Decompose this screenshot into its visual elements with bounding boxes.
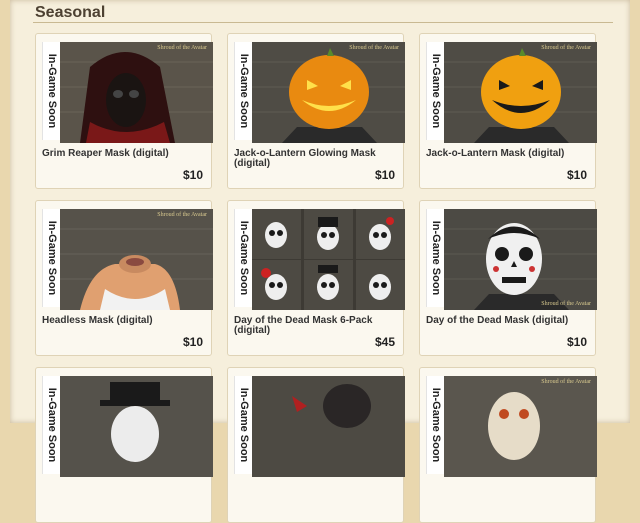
product-price: $10 [182,168,203,182]
in-game-soon-badge: In-Game Soon [42,376,60,474]
game-logo: Shroud of the Avatar [541,301,591,307]
in-game-soon-badge: In-Game Soon [426,376,444,474]
product-card-headless-mask[interactable]: In-Game Soon Shroud of the Avatar Headle… [35,200,213,356]
product-image[interactable]: Shroud of the Avatar [252,42,405,143]
game-logo: Shroud of the Avatar [157,212,207,218]
product-image[interactable]: Shroud of the Avatar [60,42,213,143]
product-card-day-of-the-dead-mask[interactable]: In-Game Soon Shroud of the Avatar Day of… [419,200,597,356]
in-game-soon-badge: In-Game Soon [42,42,60,140]
product-image[interactable]: Shroud of the Avatar [444,42,597,143]
in-game-soon-badge: In-Game Soon [426,209,444,307]
product-price: $10 [566,168,587,182]
in-game-soon-badge: In-Game Soon [234,209,252,307]
product-card-row3-1[interactable]: In-Game Soon [35,367,213,523]
product-card-jack-o-lantern-glowing-mask[interactable]: In-Game Soon Shroud of the Avatar Jack-o… [227,33,405,189]
in-game-soon-badge: In-Game Soon [426,42,444,140]
section-divider [33,22,613,23]
game-logo: Shroud of the Avatar [541,45,591,51]
product-image[interactable]: Shroud of the Avatar [444,209,597,310]
product-name[interactable]: Headless Mask (digital) [42,316,202,326]
in-game-soon-badge: In-Game Soon [234,376,252,474]
in-game-soon-badge: In-Game Soon [234,42,252,140]
in-game-soon-badge: In-Game Soon [42,209,60,307]
product-price: $10 [566,335,587,349]
product-image[interactable] [252,209,405,310]
product-price: $10 [374,168,395,182]
product-image[interactable] [60,376,213,477]
section-title: Seasonal [35,4,106,21]
product-card-row3-2[interactable]: In-Game Soon [227,367,405,523]
product-name[interactable]: Jack-o-Lantern Glowing Mask (digital) [234,149,394,169]
product-price: $45 [374,335,395,349]
product-image[interactable] [252,376,405,477]
product-card-grim-reaper-mask[interactable]: In-Game Soon Shroud of the Avatar Grim R… [35,33,213,189]
product-image[interactable]: Shroud of the Avatar [60,209,213,310]
product-image[interactable]: Shroud of the Avatar [444,376,597,477]
product-price: $10 [182,335,203,349]
game-logo: Shroud of the Avatar [349,45,399,51]
product-card-row3-3[interactable]: In-Game Soon Shroud of the Avatar [419,367,597,523]
product-name[interactable]: Grim Reaper Mask (digital) [42,149,202,159]
game-logo: Shroud of the Avatar [157,45,207,51]
product-card-jack-o-lantern-mask[interactable]: In-Game Soon Shroud of the Avatar Jack-o… [419,33,597,189]
product-name[interactable]: Day of the Dead Mask (digital) [426,316,586,326]
game-logo: Shroud of the Avatar [541,379,591,385]
product-card-day-of-the-dead-mask-6-pack[interactable]: In-Game Soon Day of the Dead Mask 6-Pack… [227,200,405,356]
product-name[interactable]: Jack-o-Lantern Mask (digital) [426,149,586,159]
product-name[interactable]: Day of the Dead Mask 6-Pack (digital) [234,316,394,336]
